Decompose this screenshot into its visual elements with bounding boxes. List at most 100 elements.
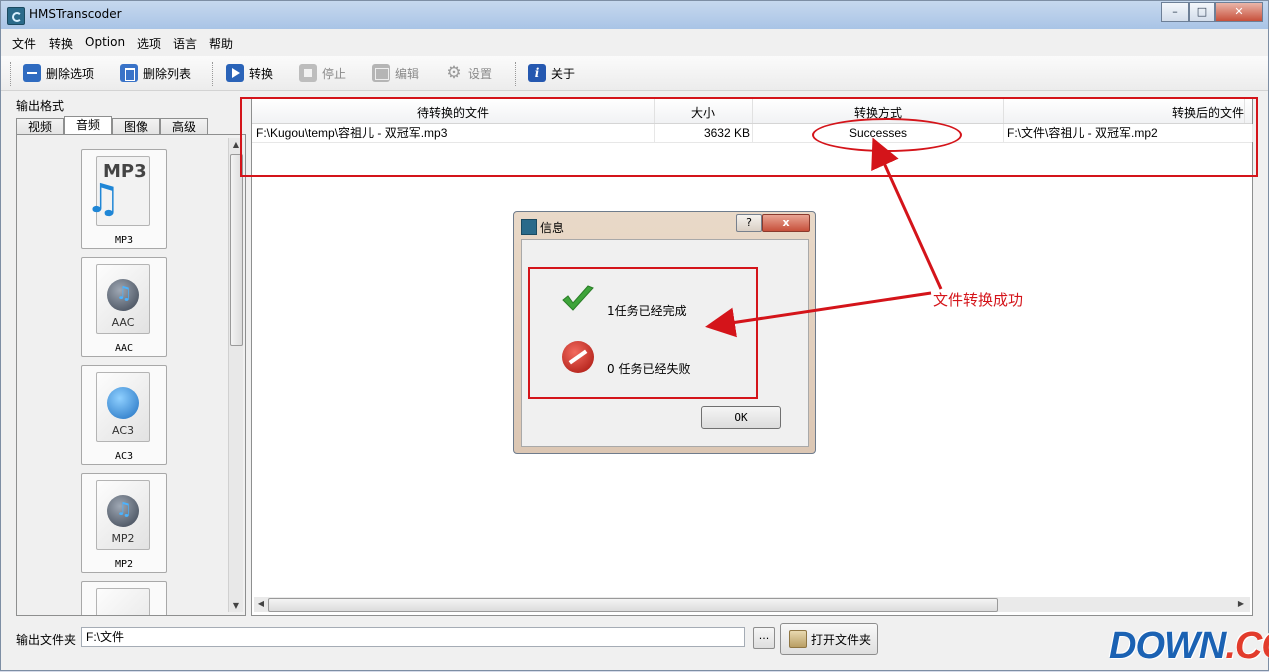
table-row[interactable]: F:\Kugou\temp\容祖儿 - 双冠军.mp3 3632 KB Succ… [252,124,1253,143]
scroll-up-arrow-icon[interactable]: ▲ [231,140,241,149]
tab-advanced[interactable]: 高级 [160,118,208,135]
column-size[interactable]: 大小 [654,99,753,123]
toolbar-separator [212,62,216,86]
format-item-ac3[interactable]: AC3 AC3 [81,365,167,465]
column-source-file[interactable]: 待转换的文件 [252,99,655,123]
file-icon [96,588,150,615]
ac3-file-icon: AC3 [96,372,150,442]
cell-source: F:\Kugou\temp\容祖儿 - 双冠军.mp3 [256,124,655,142]
app-icon [7,7,25,25]
remove-selected-button[interactable]: 删除选项 [23,62,94,84]
stop-icon [299,64,317,82]
menu-help[interactable]: 帮助 [209,35,233,52]
toolbar-grip [10,62,14,86]
menu-options[interactable]: 选项 [137,35,161,52]
column-target-file[interactable]: 转换后的文件 [1004,99,1245,123]
music-note-icon: ♫ [116,283,133,304]
title-bar: HMSTranscoder – □ ✕ [1,1,1268,29]
toolbar: 删除选项 删除列表 转换 停止 编辑 ⚙ 设置 i 关于 [1,56,1268,91]
scroll-down-arrow-icon[interactable]: ▼ [231,601,241,610]
window-title: HMSTranscoder [29,7,122,21]
settings-button[interactable]: ⚙ 设置 [445,62,492,84]
tab-video[interactable]: 视频 [16,118,64,135]
menu-bar: 文件 转换 Option 选项 语言 帮助 [1,32,1268,54]
format-label: AAC [114,343,134,354]
browse-button[interactable]: ... [753,627,775,649]
dialog-title: 信息 [540,221,565,235]
format-item-aac[interactable]: ♫ AAC AAC [81,257,167,357]
close-button[interactable]: ✕ [1215,2,1263,22]
format-label: MP2 [114,559,134,570]
trash-icon [120,64,138,82]
annotation-text: 文件转换成功 [933,291,1024,309]
menu-file[interactable]: 文件 [12,35,36,52]
folder-icon [789,630,807,648]
settings-label: 设置 [468,66,493,81]
menu-convert[interactable]: 转换 [49,35,73,52]
minimize-button[interactable]: – [1161,2,1189,22]
menu-language[interactable]: 语言 [173,35,197,52]
watermark-logo: DOWN.CC [1109,625,1269,667]
aac-file-icon: ♫ AAC [96,264,150,334]
format-item-partial[interactable] [81,581,167,615]
mp2-icon-text: MP2 [111,532,135,545]
watermark-suffix: .CC [1225,625,1269,667]
open-folder-label: 打开文件夹 [811,633,872,647]
music-note-icon: ♫ [116,499,133,520]
info-icon: i [528,64,546,82]
music-note-icon: ♫ [85,176,121,222]
edit-label: 编辑 [395,66,420,81]
remove-selected-label: 删除选项 [46,66,95,81]
convert-label: 转换 [249,66,274,81]
open-folder-button[interactable]: 打开文件夹 [780,623,878,655]
aac-icon-text: AAC [111,316,135,329]
dialog-help-button[interactable]: ? [736,214,762,232]
output-folder-input[interactable] [81,627,745,647]
cell-size: 3632 KB [654,124,753,142]
gear-icon: ⚙ [446,63,462,83]
scroll-right-arrow-icon[interactable]: ▶ [1236,599,1246,608]
tasks-failed-text: 0 任务已经失败 [607,362,691,376]
about-button[interactable]: i 关于 [528,62,575,84]
format-item-mp3[interactable]: MP3 ♫ MP3 [81,149,167,249]
convert-button[interactable]: 转换 [226,62,273,84]
scrollbar-thumb[interactable] [230,154,243,346]
table-header: 待转换的文件 大小 转换方式 转换后的文件 [252,99,1252,124]
checkmark-icon [562,285,594,311]
minus-icon [23,64,41,82]
scrollbar-thumb[interactable] [268,598,998,612]
mp3-file-icon: MP3 ♫ [85,156,150,226]
toolbar-separator [515,62,519,86]
remove-list-button[interactable]: 删除列表 [120,62,191,84]
quicktime-icon [107,387,139,419]
output-format-label: 输出格式 [16,99,65,113]
stop-button[interactable]: 停止 [299,62,346,84]
ac3-icon-text: AC3 [111,424,134,437]
edit-button[interactable]: 编辑 [372,62,419,84]
app-window: HMSTranscoder – □ ✕ 文件 转换 Option 选项 语言 帮… [0,0,1269,671]
stop-label: 停止 [322,66,347,81]
format-list: MP3 ♫ MP3 ♫ AAC AAC AC3 AC3 ♫ MP2 MP2 [16,134,246,616]
highlight-status-oval [812,118,962,152]
format-list-scrollbar[interactable]: ▲ ▼ [228,138,243,612]
dialog-close-button[interactable]: x [762,214,810,232]
format-label: MP3 [114,235,134,246]
output-folder-label: 输出文件夹 [16,633,77,647]
film-icon [372,64,390,82]
format-item-mp2[interactable]: ♫ MP2 MP2 [81,473,167,573]
tab-image[interactable]: 图像 [112,118,160,135]
cell-target: F:\文件\容祖儿 - 双冠军.mp2 [1007,124,1253,142]
tasks-completed-text: 1任务已经完成 [607,304,687,318]
about-label: 关于 [551,66,576,81]
table-horizontal-scrollbar[interactable]: ◀ ▶ [254,597,1250,612]
app-icon [521,219,537,235]
play-icon [226,64,244,82]
tab-audio[interactable]: 音频 [64,116,112,136]
watermark-main: DOWN [1109,625,1226,667]
maximize-button[interactable]: □ [1189,2,1215,22]
mp2-file-icon: ♫ MP2 [96,480,150,550]
ok-button[interactable]: OK [701,406,781,429]
scroll-left-arrow-icon[interactable]: ◀ [256,599,266,608]
menu-option[interactable]: Option [85,35,125,49]
format-label: AC3 [114,451,134,462]
